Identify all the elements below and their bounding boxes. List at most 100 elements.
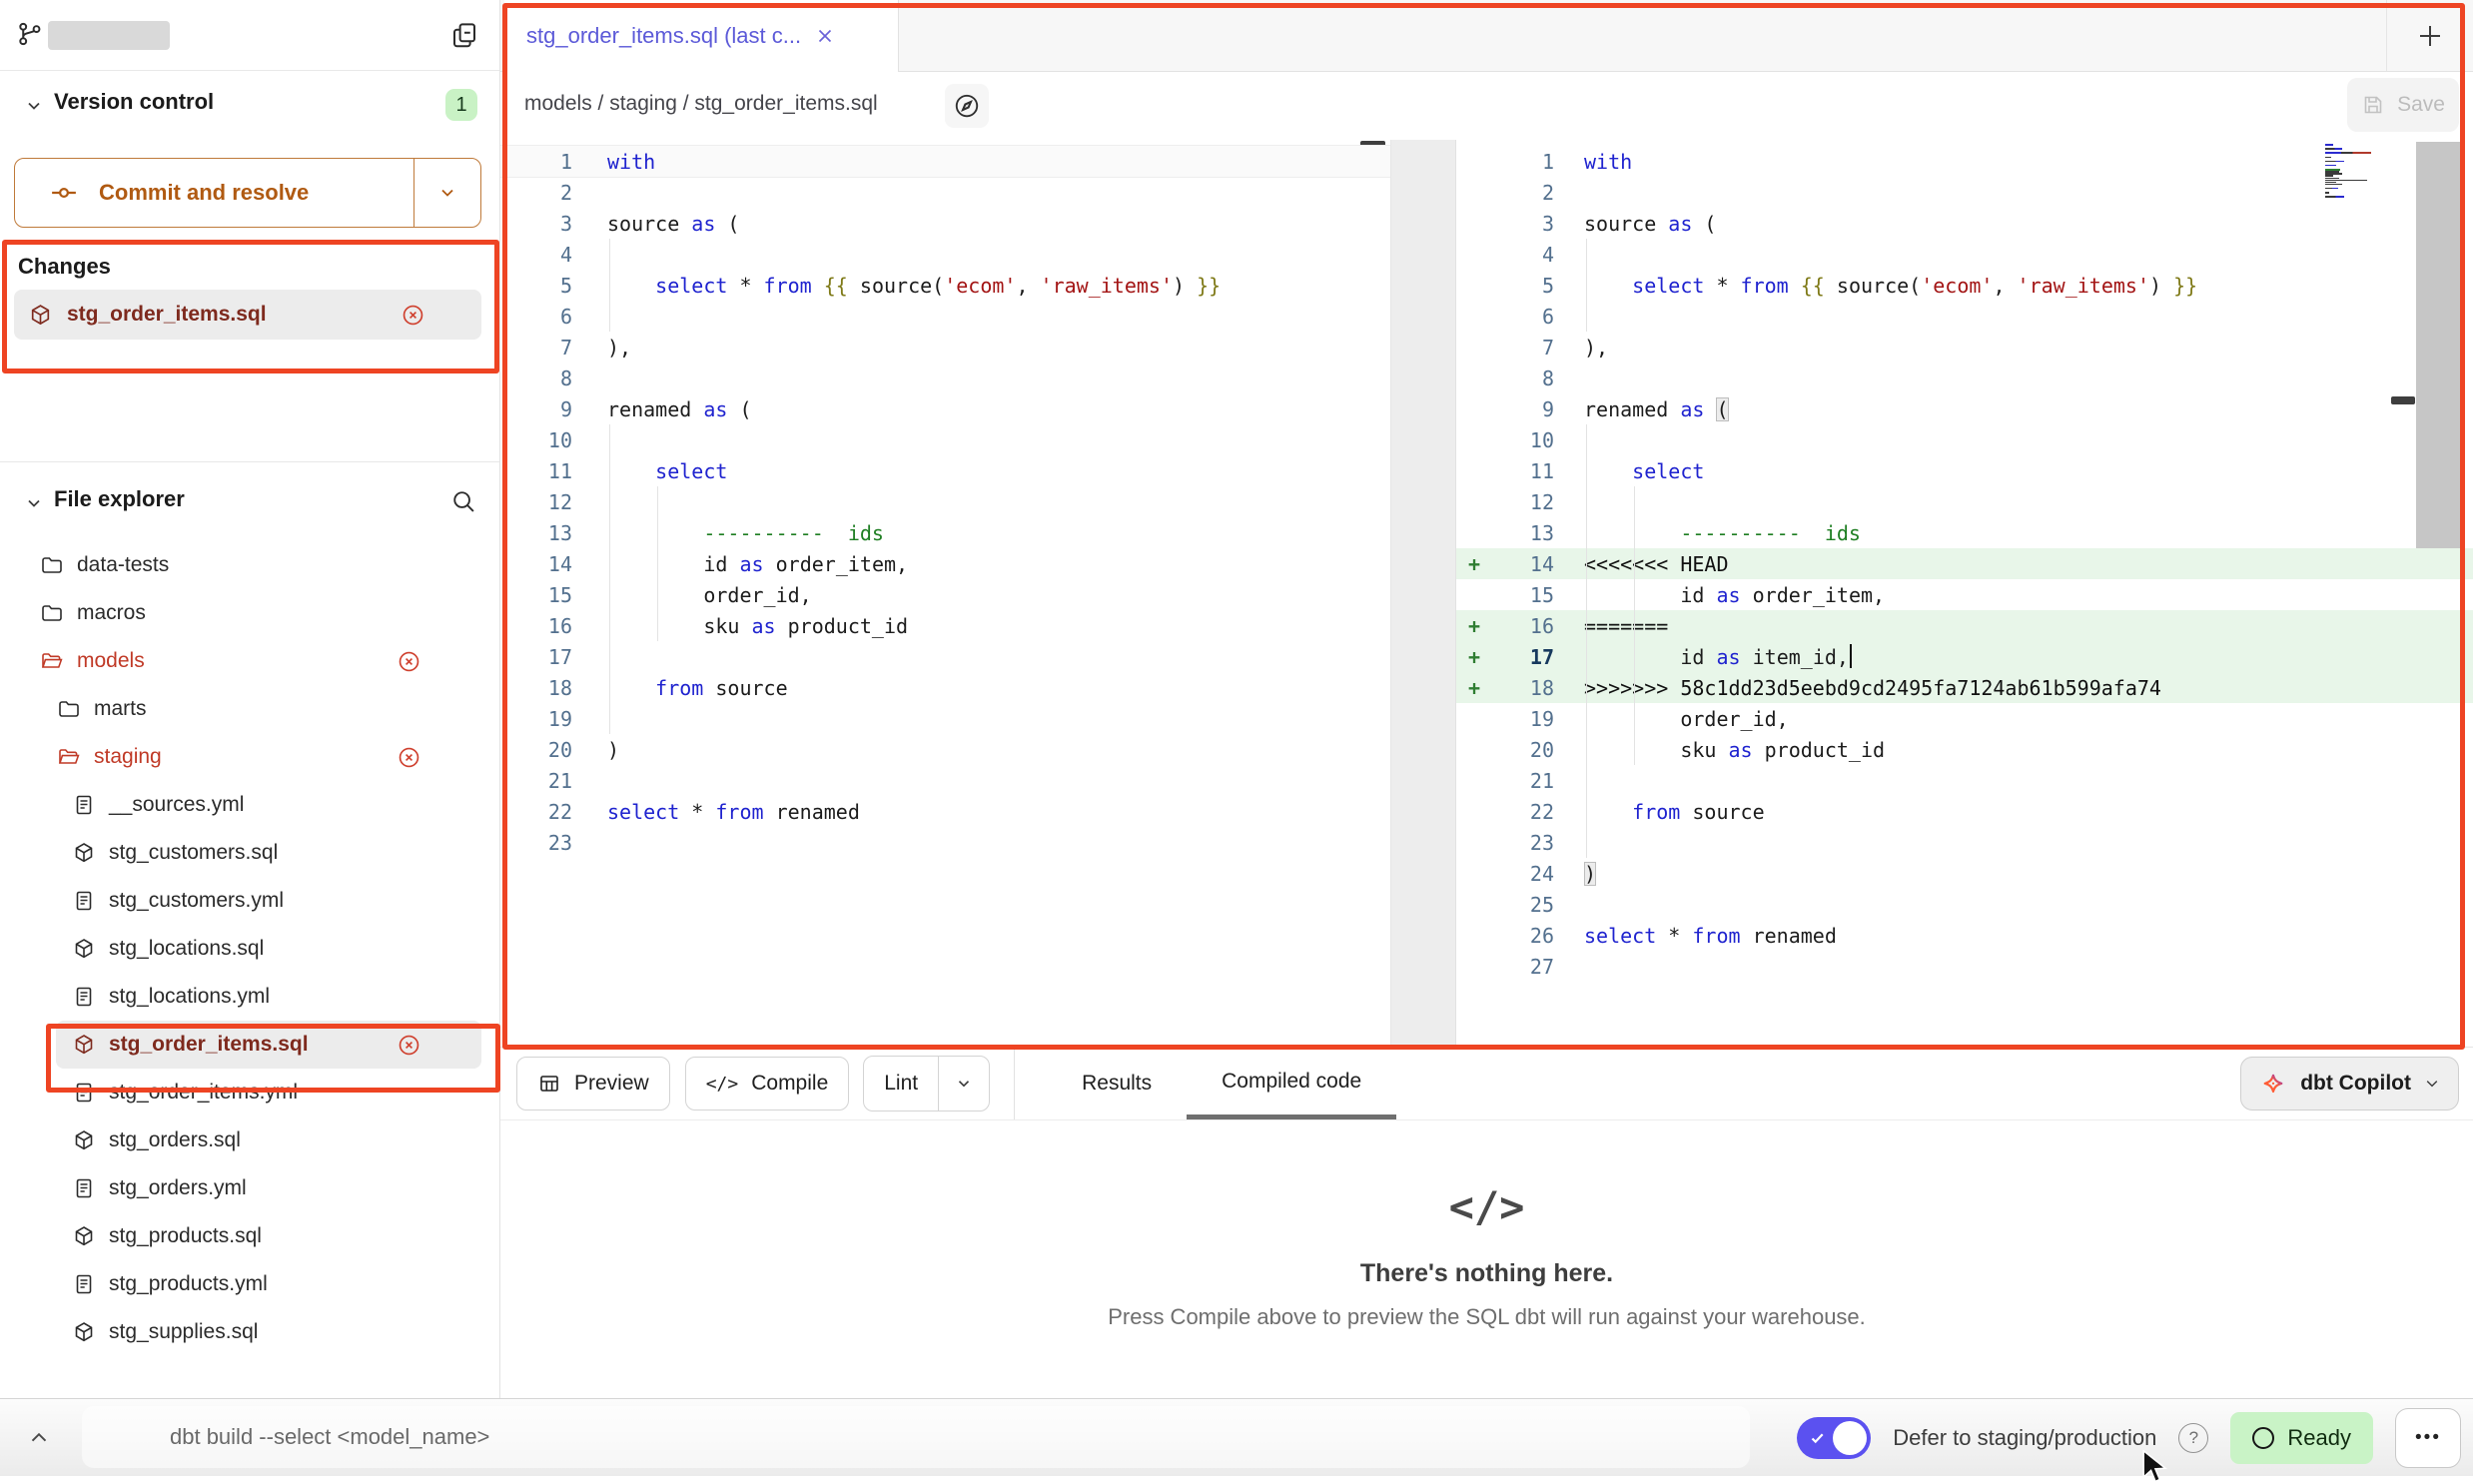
code-line[interactable]: 12 (1456, 486, 2473, 517)
compile-button[interactable]: </> Compile (685, 1057, 850, 1111)
code-line[interactable]: 27 (1456, 951, 2473, 982)
code-line[interactable]: 14 id as order_item, (500, 548, 1390, 579)
changed-file-row[interactable]: stg_order_items.sql (14, 290, 481, 340)
code-line[interactable]: 3source as ( (500, 208, 1390, 239)
code-line[interactable]: 22select * from renamed (500, 796, 1390, 827)
code-line[interactable]: 22 from source (1456, 796, 2473, 827)
help-icon[interactable]: ? (2178, 1423, 2208, 1453)
preview-button[interactable]: Preview (516, 1057, 670, 1111)
code-line[interactable]: 8 (500, 363, 1390, 393)
code-line[interactable]: +14<<<<<<< HEAD (1456, 548, 2473, 579)
new-tab-button[interactable] (2386, 0, 2473, 71)
code-line[interactable]: 20 sku as product_id (1456, 734, 2473, 765)
code-line[interactable]: 12 (500, 486, 1390, 517)
code-editor[interactable]: 1with23source as (45 select * from {{ so… (500, 140, 2473, 1047)
code-line[interactable]: 15 order_id, (500, 579, 1390, 610)
code-line[interactable]: 11 select (500, 455, 1390, 486)
code-line[interactable]: 24) (1456, 858, 2473, 889)
code-line[interactable]: 26select * from renamed (1456, 920, 2473, 951)
discard-change-icon[interactable] (397, 745, 421, 770)
code-line[interactable]: 17 (500, 641, 1390, 672)
compass-icon[interactable] (945, 84, 989, 128)
code-line[interactable]: +17 id as item_id, (1456, 641, 2473, 672)
code-line[interactable]: 7), (500, 332, 1390, 363)
sidebar-item-stg-customers-sql[interactable]: stg_customers.sql (0, 829, 499, 877)
code-line[interactable]: 4 (500, 239, 1390, 270)
code-line[interactable]: 13 ---------- ids (1456, 517, 2473, 548)
code-line[interactable]: 8 (1456, 363, 2473, 393)
code-line[interactable]: 18 from source (500, 672, 1390, 703)
code-line[interactable]: 7), (1456, 332, 2473, 363)
code-line[interactable]: 21 (1456, 765, 2473, 796)
code-line[interactable]: 4 (1456, 239, 2473, 270)
code-line[interactable]: 23 (1456, 827, 2473, 858)
copy-icon[interactable] (449, 20, 479, 50)
code-line[interactable]: 19 order_id, (1456, 703, 2473, 734)
code-line[interactable]: 1with (500, 146, 1390, 177)
discard-change-icon[interactable] (397, 1033, 421, 1058)
sidebar-item-models[interactable]: models (0, 637, 499, 685)
code-pane-right[interactable]: 1with23source as (45 select * from {{ so… (1456, 140, 2473, 1047)
code-line[interactable]: 11 select (1456, 455, 2473, 486)
code-line[interactable]: 6 (500, 301, 1390, 332)
code-line[interactable]: 9renamed as ( (1456, 393, 2473, 424)
code-line[interactable]: 6 (1456, 301, 2473, 332)
tab-stg-order-items[interactable]: stg_order_items.sql (last c... (504, 0, 899, 72)
search-icon[interactable] (449, 487, 477, 515)
code-line[interactable]: 9renamed as ( (500, 393, 1390, 424)
code-line[interactable]: 5 select * from {{ source('ecom', 'raw_i… (1456, 270, 2473, 301)
defer-toggle[interactable] (1797, 1417, 1871, 1459)
code-line[interactable]: 10 (1456, 424, 2473, 455)
sidebar-item-stg-orders-yml[interactable]: stg_orders.yml (0, 1164, 499, 1212)
file-explorer-header[interactable]: File explorer (0, 483, 499, 525)
code-line[interactable]: 5 select * from {{ source('ecom', 'raw_i… (500, 270, 1390, 301)
sidebar-item-stg-locations-yml[interactable]: stg_locations.yml (0, 973, 499, 1021)
code-line[interactable]: 20) (500, 734, 1390, 765)
tab-close-icon[interactable] (815, 26, 835, 46)
discard-change-icon[interactable] (401, 303, 425, 328)
lint-options-caret[interactable] (938, 1057, 989, 1111)
code-line[interactable]: 21 (500, 765, 1390, 796)
more-options-button[interactable]: ••• (2395, 1408, 2461, 1468)
code-line[interactable]: 10 (500, 424, 1390, 455)
code-line[interactable]: 2 (500, 177, 1390, 208)
code-line[interactable]: 13 ---------- ids (500, 517, 1390, 548)
sidebar-item-stg-customers-yml[interactable]: stg_customers.yml (0, 877, 499, 925)
sidebar-item-stg-products-yml[interactable]: stg_products.yml (0, 1260, 499, 1308)
sidebar-item-macros[interactable]: macros (0, 589, 499, 637)
sidebar-item-data-tests[interactable]: data-tests (0, 541, 499, 589)
sidebar-item-staging[interactable]: staging (0, 733, 499, 781)
collapse-panel-icon[interactable] (26, 1425, 52, 1451)
save-button[interactable]: Save (2347, 78, 2459, 132)
code-line[interactable]: +18>>>>>>> 58c1dd23d5eebd9cd2495fa7124ab… (1456, 672, 2473, 703)
code-pane-left[interactable]: 1with23source as (45 select * from {{ so… (500, 140, 1391, 1047)
code-line[interactable]: 3source as ( (1456, 208, 2473, 239)
code-line[interactable]: 2 (1456, 177, 2473, 208)
code-line[interactable]: 16 sku as product_id (500, 610, 1390, 641)
dbt-copilot-button[interactable]: dbt Copilot (2240, 1057, 2459, 1111)
commit-options-caret[interactable] (413, 159, 480, 227)
code-line[interactable]: 23 (500, 827, 1390, 858)
tab-results[interactable]: Results (1047, 1048, 1187, 1119)
commit-and-resolve-button[interactable]: Commit and resolve (14, 158, 481, 228)
code-line[interactable]: +16======= (1456, 610, 2473, 641)
code-line[interactable]: 1with (1456, 146, 2473, 177)
code-line[interactable]: 25 (1456, 889, 2473, 920)
tab-compiled-code[interactable]: Compiled code (1187, 1048, 1396, 1119)
branch-selector[interactable] (0, 0, 499, 71)
sidebar-item-marts[interactable]: marts (0, 685, 499, 733)
code-line[interactable]: 15 id as order_item, (1456, 579, 2473, 610)
sidebar-item-stg-order-items-yml[interactable]: stg_order_items.yml (0, 1069, 499, 1116)
version-control-header[interactable]: Version control 1 (0, 86, 499, 128)
lint-button[interactable]: Lint (864, 1057, 938, 1111)
discard-change-icon[interactable] (397, 649, 421, 674)
sidebar-item-stg-locations-sql[interactable]: stg_locations.sql (0, 925, 499, 973)
status-badge[interactable]: Ready (2230, 1412, 2373, 1464)
command-input[interactable]: dbt build --select <model_name> (82, 1406, 1750, 1468)
sidebar-item-stg-order-items-sql[interactable]: stg_order_items.sql (56, 1021, 481, 1069)
sidebar-item-stg-products-sql[interactable]: stg_products.sql (0, 1212, 499, 1260)
code-line[interactable]: 19 (500, 703, 1390, 734)
sidebar-item--sources-yml[interactable]: __sources.yml (0, 781, 499, 829)
sidebar-item-stg-orders-sql[interactable]: stg_orders.sql (0, 1116, 499, 1164)
sidebar-item-stg-supplies-sql[interactable]: stg_supplies.sql (0, 1308, 499, 1356)
